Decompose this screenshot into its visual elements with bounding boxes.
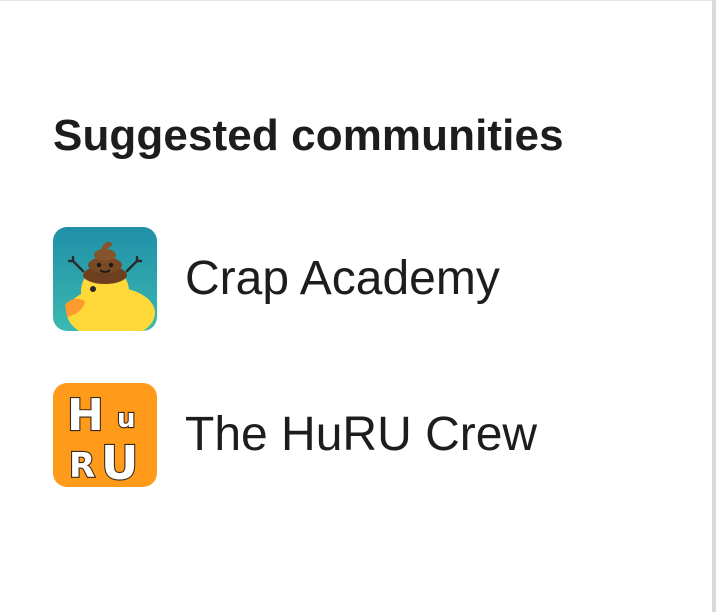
- huru-logo-icon: H u R U: [53, 383, 157, 487]
- community-name: The HuRU Crew: [185, 408, 538, 461]
- community-item-crap-academy[interactable]: Crap Academy: [53, 227, 537, 331]
- community-item-the-huru-crew[interactable]: H u R U The HuRU Crew: [53, 383, 537, 487]
- svg-text:U: U: [101, 436, 138, 487]
- section-title: Suggested communities: [53, 111, 564, 160]
- svg-text:R: R: [69, 446, 95, 486]
- svg-text:u: u: [117, 404, 136, 434]
- community-list: Crap Academy H u R U The HuRU Crew: [53, 227, 537, 539]
- duck-with-poop-hat-icon: [53, 227, 157, 331]
- svg-text:H: H: [67, 390, 104, 441]
- suggested-communities-panel: Suggested communities Crap Academy H u R…: [0, 0, 716, 612]
- community-name: Crap Academy: [185, 252, 500, 305]
